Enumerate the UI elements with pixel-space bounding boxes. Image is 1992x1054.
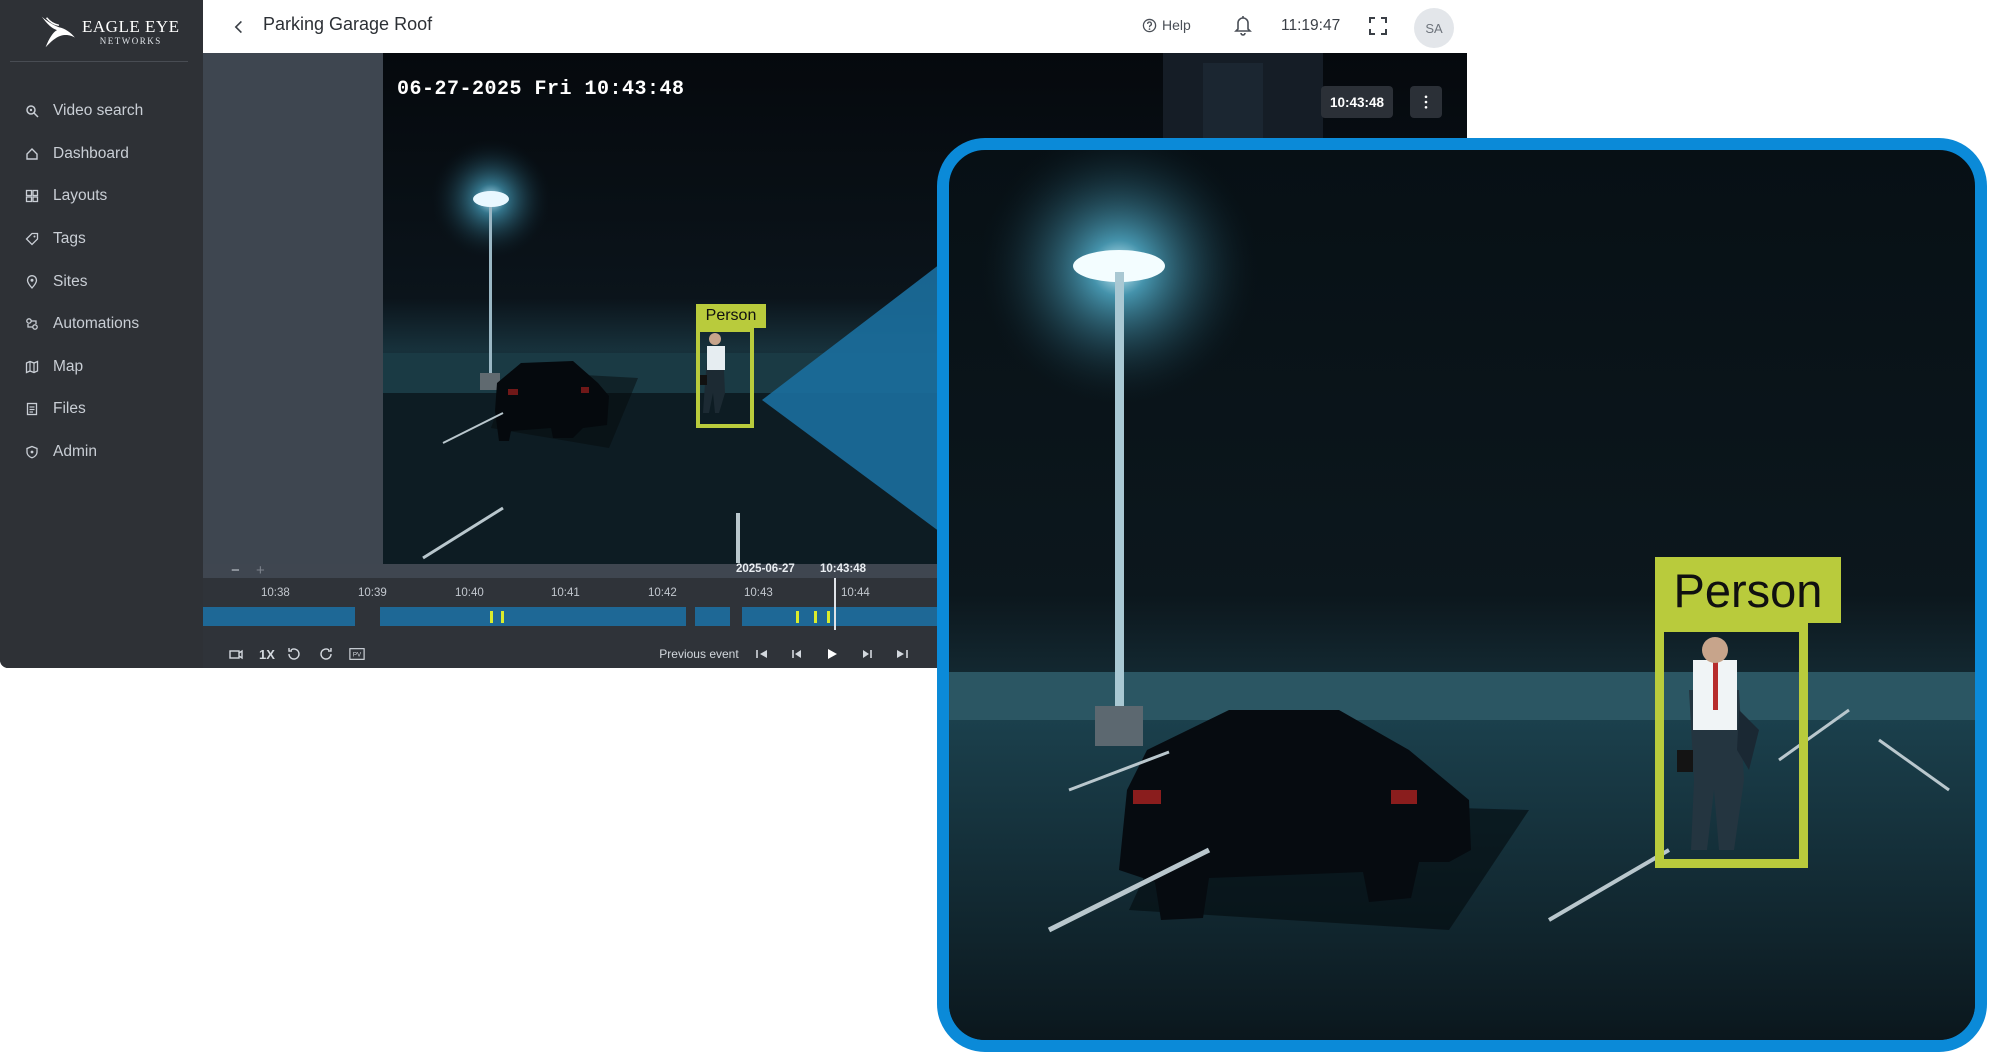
step-back-icon — [792, 650, 801, 658]
zoom-out-button[interactable]: − — [231, 562, 240, 579]
zoom-in-button[interactable]: + — [256, 562, 265, 579]
tag-icon — [25, 232, 39, 246]
sidebar-nav: Video search Dashboard Layouts Tags Site… — [0, 90, 203, 473]
detection-label-small: Person — [696, 304, 766, 328]
timeline-cursor-time: 10:43:48 — [820, 563, 867, 575]
detection-box-large[interactable] — [1655, 623, 1808, 868]
sidebar-item-label: Layouts — [53, 187, 108, 205]
chevron-left-icon — [234, 20, 242, 34]
eagle-logo-icon — [41, 16, 76, 48]
help-circle-icon — [1142, 18, 1157, 32]
logo-main-text: EAGLE EYE — [82, 17, 180, 36]
sidebar-item-label: Files — [53, 400, 86, 418]
camera-title: Parking Garage Roof — [263, 14, 433, 34]
event-marker[interactable] — [827, 611, 830, 623]
header-clock: 11:19:47 — [1281, 17, 1341, 34]
sidebar-item-automations[interactable]: Automations — [0, 303, 203, 346]
detection-label-large: Person — [1655, 557, 1841, 623]
rewind-icon — [288, 648, 300, 660]
detection-box-small[interactable] — [696, 328, 754, 428]
previous-event-button[interactable]: Previous event — [656, 640, 742, 668]
sidebar-item-dashboard[interactable]: Dashboard — [0, 133, 203, 176]
layouts-icon — [25, 190, 39, 203]
video-camera-icon — [229, 649, 243, 660]
logo-sub-text: NETWORKS — [99, 36, 162, 46]
step-forward-button[interactable] — [856, 640, 878, 668]
timeline-tick-label: 10:42 — [648, 587, 677, 599]
current-time-badge: 10:43:48 — [1321, 86, 1393, 118]
skip-end-icon — [897, 650, 908, 658]
rewind-button[interactable] — [283, 640, 305, 668]
avatar[interactable]: SA — [1414, 8, 1454, 48]
logo[interactable]: EAGLE EYE NETWORKS — [38, 12, 190, 52]
recording-segment[interactable] — [203, 607, 355, 626]
event-marker[interactable] — [501, 611, 504, 623]
sidebar-item-label: Dashboard — [53, 144, 129, 162]
event-marker[interactable] — [796, 611, 799, 623]
svg-text:PV: PV — [353, 652, 362, 659]
search-icon — [26, 105, 39, 118]
timeline-tick-label: 10:39 — [358, 587, 387, 599]
timeline-tick-label: 10:44 — [841, 587, 870, 599]
event-marker[interactable] — [490, 611, 493, 623]
home-icon — [26, 147, 38, 160]
top-bar: Parking Garage Roof Help 11:19:47 SA — [203, 0, 1467, 53]
sidebar-item-sites[interactable]: Sites — [0, 260, 203, 303]
sidebar-item-label: Map — [53, 357, 84, 375]
play-icon — [828, 649, 837, 659]
timeline-tick-label: 10:40 — [455, 587, 484, 599]
recording-segment[interactable] — [380, 607, 686, 626]
skip-start-icon — [756, 650, 767, 658]
sidebar-item-label: Video search — [53, 102, 144, 120]
sidebar-item-label: Tags — [53, 230, 86, 248]
forward-icon — [320, 648, 332, 660]
sidebar-item-tags[interactable]: Tags — [0, 218, 203, 261]
timeline-tick-label: 10:43 — [744, 587, 773, 599]
zoom-callout: Person — [937, 138, 1987, 1052]
sidebar-item-admin[interactable]: Admin — [0, 431, 203, 474]
sidebar-item-map[interactable]: Map — [0, 346, 203, 389]
play-button[interactable] — [821, 640, 843, 668]
timeline-playhead[interactable] — [834, 578, 836, 630]
location-pin-icon — [26, 274, 38, 289]
files-icon — [26, 403, 38, 416]
bell-icon[interactable] — [1233, 14, 1253, 36]
more-options-button[interactable] — [1410, 86, 1442, 118]
more-vertical-icon — [1424, 95, 1428, 109]
preview-button[interactable]: PV — [345, 640, 369, 668]
timeline-tick-label: 10:38 — [261, 587, 290, 599]
recording-segment[interactable] — [695, 607, 730, 626]
timeline-date: 2025-06-27 — [736, 563, 795, 575]
event-marker[interactable] — [814, 611, 817, 623]
sidebar-divider — [10, 61, 188, 62]
automation-icon — [26, 318, 38, 331]
map-icon — [25, 360, 39, 374]
help-label: Help — [1162, 17, 1191, 33]
shield-icon — [26, 445, 38, 459]
timeline-tick-label: 10:41 — [551, 587, 580, 599]
video-osd-timestamp: 06-27-2025 Fri 10:43:48 — [397, 78, 685, 101]
skip-to-live-button[interactable] — [891, 640, 913, 668]
fullscreen-icon[interactable] — [1368, 16, 1388, 36]
help-button[interactable]: Help — [1142, 17, 1191, 33]
back-button[interactable] — [229, 17, 249, 37]
sidebar-item-label: Admin — [53, 443, 97, 461]
sidebar-item-label: Sites — [53, 272, 88, 290]
sidebar-item-layouts[interactable]: Layouts — [0, 175, 203, 218]
skip-to-start-button[interactable] — [751, 640, 773, 668]
playback-speed-button[interactable]: 1X — [253, 640, 281, 668]
preview-icon: PV — [349, 648, 365, 660]
forward-button[interactable] — [315, 640, 337, 668]
sidebar: EAGLE EYE NETWORKS Video search Dashboar… — [0, 0, 203, 668]
sidebar-item-files[interactable]: Files — [0, 388, 203, 431]
camera-switch-button[interactable] — [225, 640, 247, 668]
step-forward-icon — [863, 650, 872, 658]
step-back-button[interactable] — [786, 640, 808, 668]
sidebar-item-label: Automations — [53, 315, 140, 333]
sidebar-item-video-search[interactable]: Video search — [0, 90, 203, 133]
